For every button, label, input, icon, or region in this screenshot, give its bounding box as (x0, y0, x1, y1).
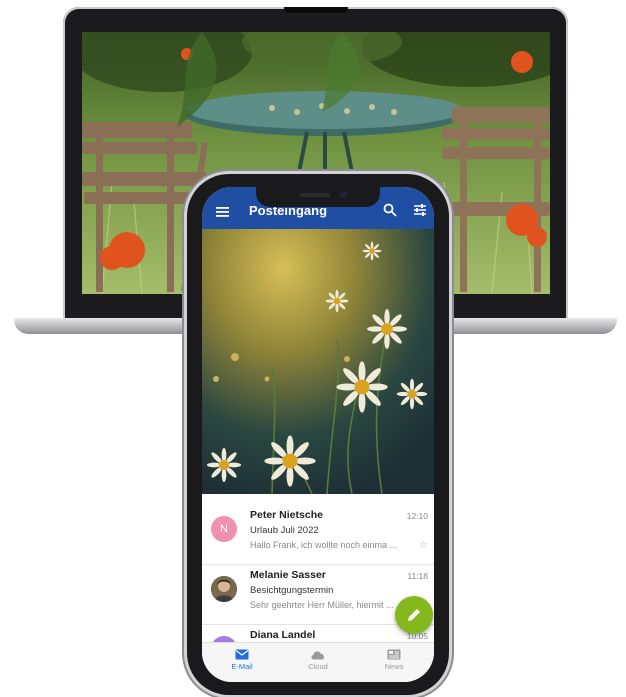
nav-item-cloud[interactable]: Cloud (288, 649, 348, 671)
user-photo-icon (211, 576, 237, 602)
avatar (211, 576, 237, 602)
cloud-icon (311, 651, 324, 660)
mail-subject: Urlaub Juli 2022 (250, 525, 319, 536)
mail-subject: Besichtgungstermin (250, 585, 334, 596)
nav-label-email: E-Mail (231, 662, 253, 671)
mail-sender: Diana Landel (250, 629, 316, 641)
mail-sender: Melanie Sasser (250, 569, 326, 581)
star-icon[interactable]: ☆ (419, 540, 428, 551)
nav-label-news: News (384, 662, 404, 671)
nav-item-news[interactable]: News (364, 649, 424, 671)
compose-button[interactable] (395, 596, 433, 634)
mail-icon (235, 649, 249, 660)
phone-screen: Posteingang N Peter Nietsche Urlaub Juli… (202, 187, 434, 682)
smartphone: Posteingang N Peter Nietsche Urlaub Juli… (187, 174, 449, 695)
search-icon[interactable] (383, 203, 397, 217)
mail-preview: Sehr geehrter Herr Müller, hiermit ... (250, 600, 394, 610)
daisy-photo (202, 229, 434, 494)
hamburger-menu-icon[interactable] (216, 207, 229, 217)
nav-label-cloud: Cloud (308, 662, 328, 671)
nav-item-email[interactable]: E-Mail (212, 649, 272, 671)
laptop-camera-notch (283, 7, 348, 13)
filter-settings-icon[interactable] (413, 203, 427, 217)
front-camera (340, 191, 347, 198)
phone-notch (256, 187, 380, 207)
avatar: N (211, 516, 237, 542)
speaker-grille (300, 193, 330, 197)
list-item[interactable]: N Peter Nietsche Urlaub Juli 2022 Hallo … (202, 505, 434, 565)
mail-time: 12:10 (406, 511, 428, 521)
bottom-navigation: E-Mail Cloud News (202, 642, 434, 682)
mail-sender: Peter Nietsche (250, 509, 323, 521)
news-icon (387, 649, 401, 660)
mail-time: 11:18 (407, 571, 428, 581)
mail-preview: Hallo Frank, ich wollte noch einma ... (250, 540, 398, 550)
flower-banner-image (202, 229, 434, 494)
pencil-icon (408, 609, 420, 621)
